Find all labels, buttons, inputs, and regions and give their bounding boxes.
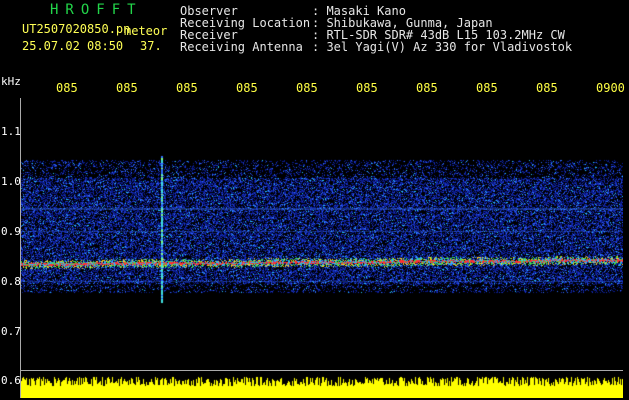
datetime-label: 25.07.02 08:50 (22, 39, 124, 53)
frequency-tick: 0.6 (1, 374, 21, 387)
frequency-tick: 1.0 (1, 175, 21, 188)
antenna-label: Receiving Antenna (180, 40, 303, 54)
spectrogram-plot (20, 98, 623, 398)
filename-label: UT2507020850.pn (22, 22, 131, 36)
time-tick: 085 (416, 81, 438, 95)
frequency-tick: 0.9 (1, 225, 21, 238)
frequency-axis-line (20, 98, 21, 398)
frequency-tick: 1.1 (1, 125, 21, 138)
time-tick: 085 (116, 81, 138, 95)
time-tick: 085 (176, 81, 198, 95)
time-tick: 085 (236, 81, 258, 95)
app-title: HROFFT (50, 2, 143, 18)
time-tick: 085 (476, 81, 498, 95)
event-type-label: meteor (124, 24, 168, 38)
level-baseline (20, 370, 623, 371)
time-tick: 085 (536, 81, 558, 95)
time-tick: 085 (56, 81, 78, 95)
time-tick: 085 (296, 81, 318, 95)
time-tick: 0900 (596, 81, 625, 95)
level-value: 37. (140, 39, 162, 53)
frequency-unit: kHz (1, 75, 21, 88)
frequency-tick: 0.8 (1, 275, 21, 288)
frequency-tick: 0.7 (1, 325, 21, 338)
time-tick: 085 (356, 81, 378, 95)
antenna-value: : 3el Yagi(V) Az 330 for Vladivostok (312, 40, 573, 54)
